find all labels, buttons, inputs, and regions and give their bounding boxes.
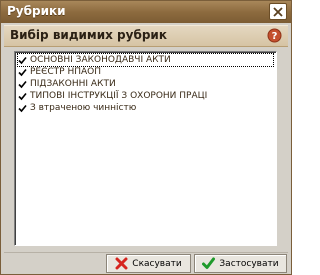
list-item-label: З втраченою чинністю xyxy=(30,103,137,113)
rubrics-list[interactable]: ОСНОВНІ ЗАКОНОДАВЧІ АКТИ РЕЄСТР НПАОП ПІ… xyxy=(14,51,277,246)
list-item[interactable]: РЕЄСТР НПАОП xyxy=(18,66,273,78)
checkbox[interactable] xyxy=(18,104,27,113)
checkmark-icon xyxy=(18,80,27,88)
list-item[interactable]: ПІДЗАКОННІ АКТИ xyxy=(18,78,273,90)
checkmark-icon xyxy=(18,56,27,64)
checkmark-icon xyxy=(18,104,27,112)
checkbox[interactable] xyxy=(18,68,27,77)
checkmark-icon xyxy=(18,68,27,76)
list-item[interactable]: ОСНОВНІ ЗАКОНОДАВЧІ АКТИ xyxy=(17,53,274,67)
list-item-label: РЕЄСТР НПАОП xyxy=(30,67,102,77)
cancel-button-label: Скасувати xyxy=(132,258,182,269)
checkbox[interactable] xyxy=(18,92,27,101)
cancel-x-icon xyxy=(115,257,128,270)
section-title: Вибір видимих рубрик xyxy=(10,28,167,42)
apply-check-icon xyxy=(202,257,216,269)
apply-button[interactable]: Застосувати xyxy=(194,254,287,273)
checkbox[interactable] xyxy=(18,80,27,89)
list-item[interactable]: З втраченою чинністю xyxy=(18,102,273,114)
list-item[interactable]: ТИПОВІ ІНСТРУКЦІЇ З ОХОРОНИ ПРАЦІ xyxy=(18,90,273,102)
checkmark-icon xyxy=(18,92,27,100)
cancel-button[interactable]: Скасувати xyxy=(106,254,191,273)
list-item-label: ПІДЗАКОННІ АКТИ xyxy=(30,79,116,89)
close-icon xyxy=(273,6,283,17)
svg-text:?: ? xyxy=(272,31,278,42)
rubrics-dialog: Рубрики Вибір видимих рубрик ? ОСНОВНІ З… xyxy=(0,0,292,275)
title-bar[interactable]: Рубрики xyxy=(1,1,291,23)
list-item-label: ОСНОВНІ ЗАКОНОДАВЧІ АКТИ xyxy=(30,55,171,65)
close-button[interactable] xyxy=(269,3,287,20)
button-bar: Скасувати Застосувати xyxy=(4,252,288,274)
apply-button-label: Застосувати xyxy=(219,258,279,269)
help-icon[interactable]: ? xyxy=(267,28,282,43)
list-item-label: ТИПОВІ ІНСТРУКЦІЇ З ОХОРОНИ ПРАЦІ xyxy=(30,91,208,101)
window-title: Рубрики xyxy=(7,4,66,18)
section-header: Вибір видимих рубрик ? xyxy=(4,25,288,47)
checkbox[interactable] xyxy=(18,56,27,65)
